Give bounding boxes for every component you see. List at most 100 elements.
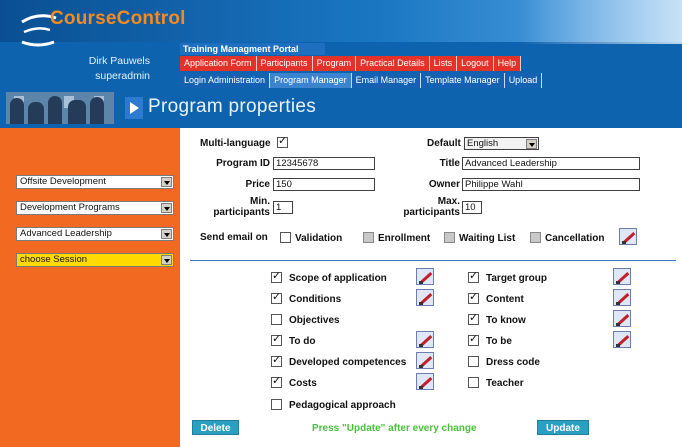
email-enrollment-label: Enrollment — [378, 233, 431, 244]
section-competences-checkbox[interactable]: ✓ — [271, 354, 282, 367]
min-participants-label: Min. participants — [213, 196, 270, 218]
program-type-value: Development Programs — [20, 202, 120, 213]
owner-input[interactable]: Philippe Wahl — [462, 178, 640, 191]
owner-label: Owner — [428, 179, 460, 190]
nav-practical-details[interactable]: Practical Details — [356, 56, 430, 71]
email-cancellation-checkbox[interactable] — [530, 232, 541, 243]
session-select[interactable]: choose Session — [16, 253, 174, 267]
nav-email-manager[interactable]: Email Manager — [352, 73, 422, 88]
nav-program-manager[interactable]: Program Manager — [270, 73, 352, 88]
section-conditions-label: Conditions — [289, 294, 342, 305]
section-dress-code-checkbox[interactable] — [468, 356, 479, 367]
section-pedagogical-checkbox[interactable] — [271, 399, 282, 410]
email-waiting-list-label: Waiting List — [459, 233, 516, 244]
section-scope-label: Scope of application — [289, 273, 387, 284]
section-todo-checkbox[interactable]: ✓ — [271, 333, 282, 346]
user-role: superadmin — [95, 70, 150, 82]
chevron-down-icon[interactable] — [161, 255, 172, 265]
section-todo-label: To do — [289, 336, 316, 347]
user-name: Dirk Pauwels — [88, 55, 150, 67]
nav-help[interactable]: Help — [494, 56, 522, 71]
sidebar: Offsite Development Development Programs… — [0, 128, 180, 447]
section-objectives-checkbox[interactable] — [271, 314, 282, 325]
edit-to-know-icon[interactable] — [613, 310, 631, 327]
section-target-group-checkbox[interactable]: ✓ — [468, 270, 479, 283]
section-dress-code-label: Dress code — [486, 357, 540, 368]
page-title: Program properties — [148, 96, 317, 117]
check-icon: ✓ — [278, 135, 288, 147]
section-scope-checkbox[interactable]: ✓ — [271, 270, 282, 283]
nav-participants[interactable]: Participants — [257, 56, 313, 71]
default-language-label: Default — [427, 138, 461, 149]
price-input[interactable]: 150 — [273, 178, 375, 191]
default-language-select[interactable]: English — [464, 137, 539, 150]
send-email-label: Send email on — [200, 232, 268, 243]
section-conditions-checkbox[interactable]: ✓ — [271, 291, 282, 304]
email-cancellation-label: Cancellation — [545, 233, 605, 244]
section-teacher-label: Teacher — [486, 378, 524, 389]
update-button[interactable]: Update — [537, 420, 589, 435]
edit-todo-icon[interactable] — [416, 331, 434, 348]
email-waiting-list-checkbox[interactable] — [444, 232, 455, 243]
nav-logout[interactable]: Logout — [457, 56, 494, 71]
chevron-down-icon[interactable] — [161, 177, 172, 187]
title-label: Title — [439, 158, 460, 169]
program-id-input[interactable]: 12345678 — [273, 157, 375, 170]
min-participants-input[interactable]: 1 — [273, 201, 293, 214]
edit-to-be-icon[interactable] — [613, 331, 631, 348]
section-content-checkbox[interactable]: ✓ — [468, 291, 479, 304]
portal-title: Training Managment Portal — [180, 43, 325, 55]
section-target-group-label: Target group — [486, 273, 547, 284]
program-select[interactable]: Advanced Leadership — [16, 227, 174, 241]
primary-nav: Application Form Participants Program Pr… — [180, 56, 522, 71]
edit-scope-icon[interactable] — [416, 268, 434, 285]
program-value: Advanced Leadership — [20, 228, 112, 239]
edit-target-group-icon[interactable] — [613, 268, 631, 285]
program-category-select[interactable]: Offsite Development — [16, 175, 174, 189]
email-enrollment-checkbox[interactable] — [363, 232, 374, 243]
section-objectives-label: Objectives — [289, 315, 340, 326]
section-costs-label: Costs — [289, 378, 317, 389]
secondary-nav: Login Administration Program Manager Ema… — [180, 73, 543, 88]
chevron-down-icon[interactable] — [161, 229, 172, 239]
session-value: choose Session — [20, 254, 88, 265]
max-participants-label: Max. participants — [403, 196, 460, 218]
delete-button[interactable]: Delete — [192, 420, 239, 435]
email-validation-checkbox[interactable] — [280, 232, 291, 243]
section-content-label: Content — [486, 294, 524, 305]
nav-upload[interactable]: Upload — [505, 73, 543, 88]
page-title-arrow-icon — [125, 97, 143, 119]
edit-content-icon[interactable] — [613, 289, 631, 306]
edit-conditions-icon[interactable] — [416, 289, 434, 306]
multilanguage-checkbox[interactable]: ✓ — [277, 135, 288, 148]
section-teacher-checkbox[interactable] — [468, 377, 479, 388]
edit-costs-icon[interactable] — [416, 373, 434, 390]
edit-competences-icon[interactable] — [416, 352, 434, 369]
edit-email-icon[interactable] — [619, 228, 637, 245]
section-to-know-checkbox[interactable]: ✓ — [468, 312, 479, 325]
chevron-down-icon[interactable] — [526, 139, 537, 149]
section-competences-label: Developed competences — [289, 357, 407, 368]
app-logo: CourseControl — [50, 8, 186, 29]
price-label: Price — [245, 179, 270, 190]
title-input[interactable]: Advanced Leadership — [462, 157, 640, 170]
nav-login-administration[interactable]: Login Administration — [180, 73, 271, 88]
nav-template-manager[interactable]: Template Manager — [421, 73, 505, 88]
program-type-select[interactable]: Development Programs — [16, 201, 174, 215]
multilanguage-label: Multi-language — [200, 138, 271, 149]
nav-lists[interactable]: Lists — [430, 56, 458, 71]
update-hint: Press "Update" after every change — [312, 423, 477, 434]
nav-application-form[interactable]: Application Form — [180, 56, 257, 71]
section-to-know-label: To know — [486, 315, 526, 326]
section-to-be-label: To be — [486, 336, 512, 347]
default-language-value: English — [467, 138, 499, 149]
program-category-value: Offsite Development — [20, 176, 106, 187]
section-costs-checkbox[interactable]: ✓ — [271, 375, 282, 388]
divider — [190, 260, 676, 261]
chevron-down-icon[interactable] — [161, 203, 172, 213]
nav-program[interactable]: Program — [313, 56, 357, 71]
email-validation-label: Validation — [295, 233, 343, 244]
max-participants-input[interactable]: 10 — [462, 201, 482, 214]
section-pedagogical-label: Pedagogical approach — [289, 400, 396, 411]
section-to-be-checkbox[interactable]: ✓ — [468, 333, 479, 346]
